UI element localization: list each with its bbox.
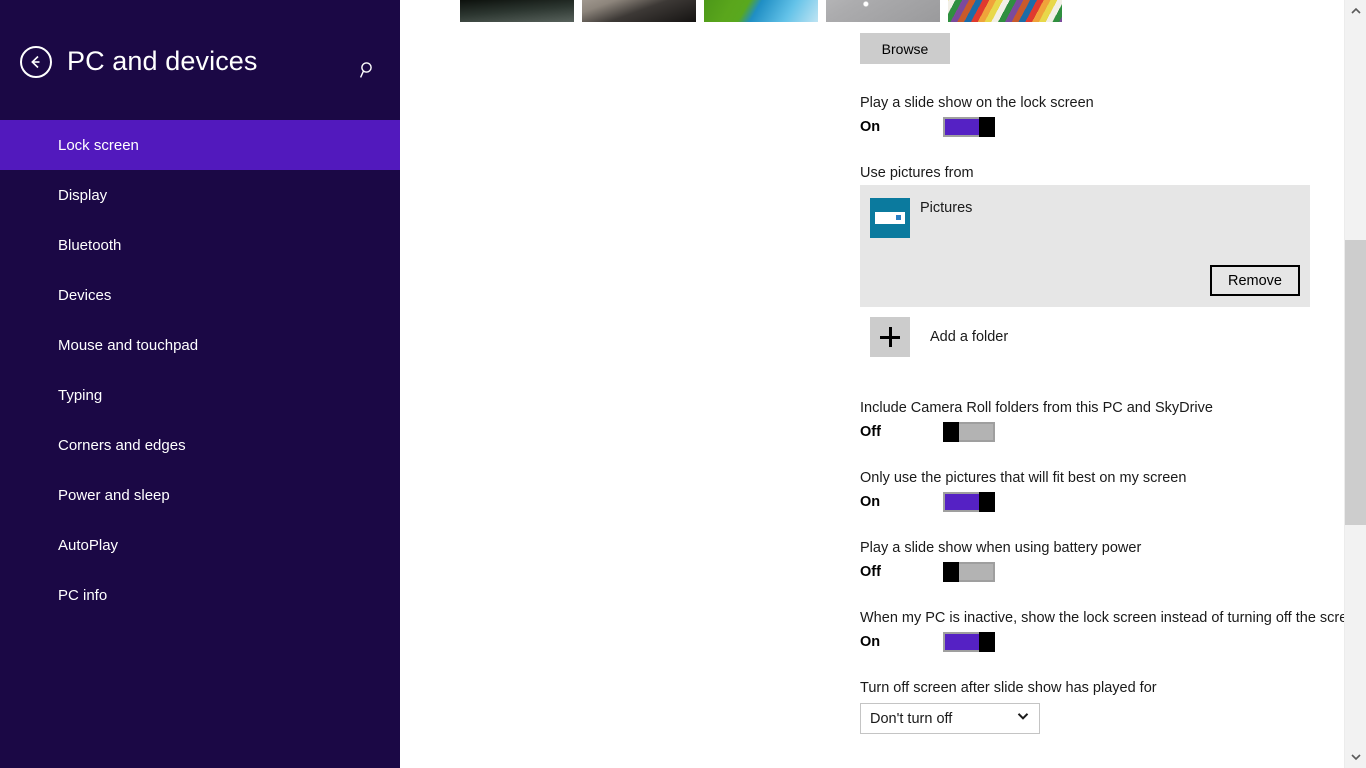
sidebar-item-label: Display (58, 186, 108, 204)
add-folder-label: Add a folder (930, 329, 1009, 345)
slideshow-toggle[interactable] (943, 117, 995, 137)
sidebar-item-mouse-and-touchpad[interactable]: Mouse and touchpad (0, 320, 400, 370)
battery-slideshow-state-label: Off (860, 564, 881, 580)
lock-screen-thumb-green-pool[interactable] (704, 0, 818, 22)
slideshow-state-label: On (860, 119, 881, 135)
camera-roll-state-label: Off (860, 424, 881, 440)
picture-folder-name: Pictures (920, 200, 973, 216)
settings-window: PC and devices Lock screen Display Bluet… (0, 0, 1366, 768)
turn-off-screen-dropdown[interactable]: Don't turn off (860, 703, 1040, 734)
sidebar-item-label: Mouse and touchpad (58, 336, 199, 354)
use-pictures-from-label: Use pictures from (860, 165, 974, 181)
turn-off-screen-label: Turn off screen after slide show has pla… (860, 680, 1157, 696)
sidebar-item-bluetooth[interactable]: Bluetooth (0, 220, 400, 270)
back-arrow-circle-icon[interactable] (20, 46, 52, 78)
battery-slideshow-toggle[interactable] (943, 562, 995, 582)
sidebar-item-label: Corners and edges (58, 436, 186, 454)
folder-icon-dot (896, 215, 901, 220)
camera-roll-setting-label: Include Camera Roll folders from this PC… (860, 400, 1213, 416)
lock-screen-thumb-dark-night[interactable] (460, 0, 574, 22)
sidebar-item-corners-and-edges[interactable]: Corners and edges (0, 420, 400, 470)
page-title: PC and devices (67, 45, 258, 76)
sidebar-item-autoplay[interactable]: AutoPlay (0, 520, 400, 570)
sidebar-header: PC and devices (0, 0, 400, 120)
browse-button[interactable]: Browse (860, 33, 950, 64)
sidebar-item-label: Devices (58, 286, 112, 304)
fit-best-state-label: On (860, 494, 881, 510)
sidebar-item-display[interactable]: Display (0, 170, 400, 220)
dropdown-selected-value: Don't turn off (870, 710, 953, 727)
toggle-thumb (979, 492, 995, 512)
battery-slideshow-setting-label: Play a slide show when using battery pow… (860, 540, 1142, 556)
sidebar-item-label: Power and sleep (58, 486, 170, 504)
lock-screen-thumb-water-droplets[interactable] (826, 0, 940, 22)
fit-best-setting-label: Only use the pictures that will fit best… (860, 470, 1187, 486)
pictures-folder-icon (870, 198, 910, 238)
slideshow-setting-label: Play a slide show on the lock screen (860, 95, 1094, 111)
inactive-lock-toggle[interactable] (943, 632, 995, 652)
plus-icon[interactable] (870, 317, 910, 357)
toggle-thumb (979, 632, 995, 652)
sidebar-item-label: Bluetooth (58, 236, 122, 254)
settings-content-pane: Browse Play a slide show on the lock scr… (400, 0, 1366, 768)
add-folder-row[interactable]: Add a folder (870, 317, 1008, 357)
sidebar-item-lock-screen[interactable]: Lock screen (0, 120, 400, 170)
vertical-scrollbar[interactable] (1344, 0, 1366, 768)
sidebar-item-label: PC info (58, 586, 108, 604)
inactive-lock-state-label: On (860, 634, 881, 650)
toggle-thumb (943, 562, 959, 582)
lock-screen-thumb-color-stripes[interactable] (948, 0, 1062, 22)
camera-roll-toggle[interactable] (943, 422, 995, 442)
plus-icon-vertical (888, 327, 892, 347)
sidebar-nav-list: Lock screen Display Bluetooth Devices Mo… (0, 120, 400, 620)
picture-folders-panel: Pictures Remove (860, 185, 1310, 307)
sidebar-item-power-and-sleep[interactable]: Power and sleep (0, 470, 400, 520)
toggle-thumb (979, 117, 995, 137)
chevron-down-icon (1015, 708, 1031, 729)
sidebar-item-typing[interactable]: Typing (0, 370, 400, 420)
chevron-up-icon[interactable] (1345, 0, 1366, 22)
lock-screen-preview-thumbnails (460, 0, 1062, 22)
sidebar-item-devices[interactable]: Devices (0, 270, 400, 320)
toggle-thumb (943, 422, 959, 442)
lock-screen-thumb-rocky-ground[interactable] (582, 0, 696, 22)
scrollbar-thumb[interactable] (1345, 240, 1366, 525)
search-icon[interactable] (354, 56, 382, 84)
sidebar-item-label: Typing (58, 386, 103, 404)
chevron-down-icon[interactable] (1345, 746, 1366, 768)
remove-folder-button[interactable]: Remove (1210, 265, 1300, 296)
sidebar-item-label: Lock screen (58, 136, 139, 154)
fit-best-toggle[interactable] (943, 492, 995, 512)
sidebar-item-pc-info[interactable]: PC info (0, 570, 400, 620)
sidebar: PC and devices Lock screen Display Bluet… (0, 0, 400, 768)
sidebar-item-label: AutoPlay (58, 536, 119, 554)
inactive-lock-setting-label: When my PC is inactive, show the lock sc… (860, 610, 1364, 626)
